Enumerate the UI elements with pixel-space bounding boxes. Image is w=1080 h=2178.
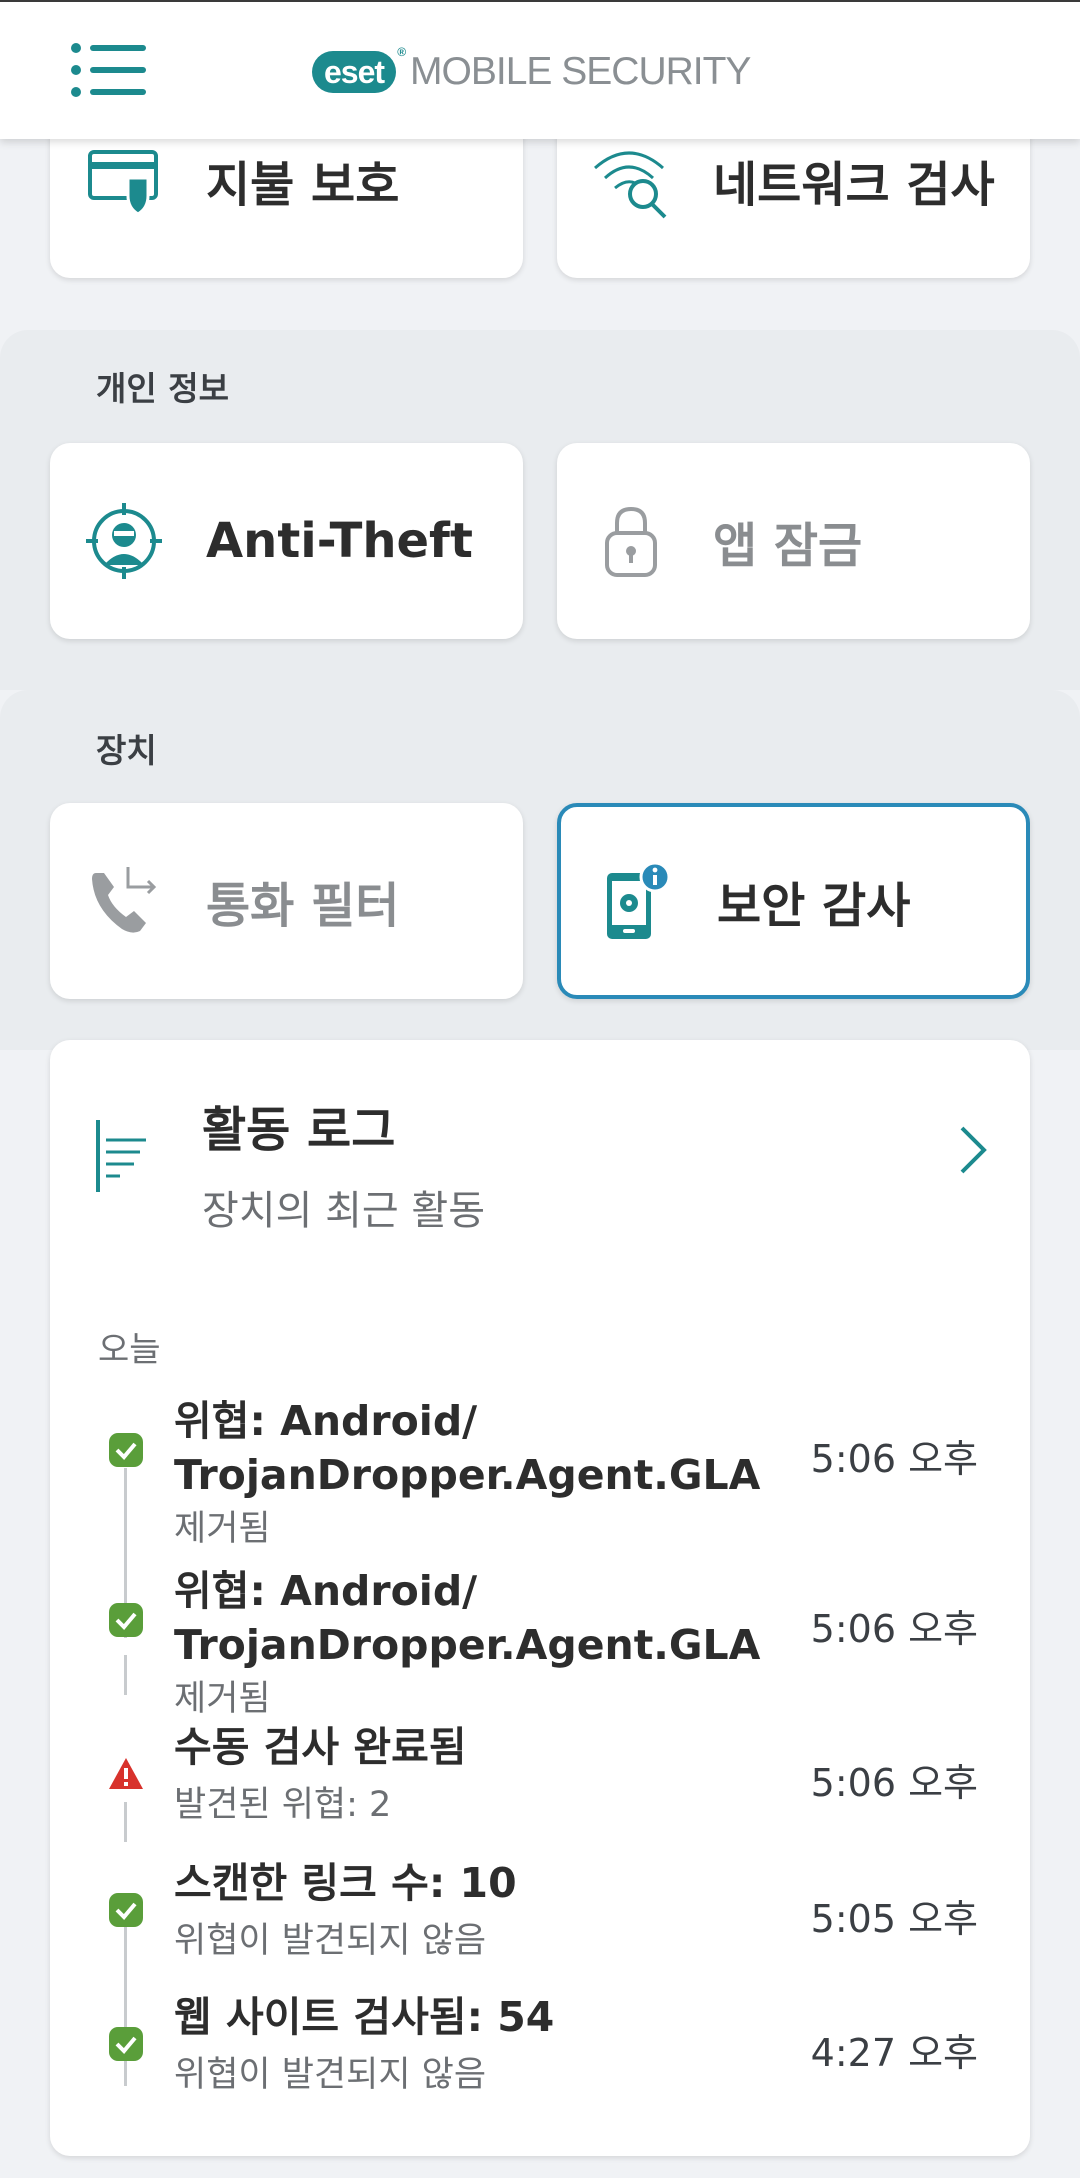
anti-theft-icon <box>86 503 162 579</box>
log-entry-desc: 제거됨 <box>174 1679 271 1719</box>
wifi-search-icon <box>594 151 667 219</box>
log-entry-title: 웹 사이트 검사됨: 54 <box>174 1993 555 2041</box>
log-entry-desc: 발견된 위협: 2 <box>174 1785 392 1825</box>
logo-badge: eset ® <box>312 45 406 93</box>
activity-log-icon <box>96 1120 146 1192</box>
log-entry-time: 5:06 오후 <box>810 1607 978 1651</box>
log-entry: 위협: Android/ TrojanDropper.Agent.GLA 제거됨… <box>50 1378 1030 1549</box>
tile-label: 네트워크 검사 <box>713 157 995 213</box>
day-label: 오늘 <box>98 1330 161 1370</box>
log-entry-time: 5:06 오후 <box>810 1437 978 1481</box>
phone-gear-info-icon <box>607 861 671 939</box>
section-label-device: 장치 <box>96 731 157 770</box>
log-entry-desc: 제거됨 <box>174 1509 271 1549</box>
check-icon <box>109 1603 143 1637</box>
log-entry: 수동 검사 완료됨 발견된 위협: 2 5:06 오후 <box>50 1723 1030 1826</box>
tile-label: 통화 필터 <box>206 878 400 934</box>
activity-log-title: 활동 로그 <box>202 1102 396 1158</box>
log-entry: 스캔한 링크 수: 10 위협이 발견되지 않음 5:05 오후 <box>50 1859 1030 1962</box>
log-entry-time: 4:27 오후 <box>810 2031 978 2075</box>
tile-label: 보안 감사 <box>717 878 911 934</box>
padlock-icon <box>605 506 657 577</box>
activity-log-subtitle: 장치의 최근 활동 <box>202 1188 486 1234</box>
tile-security-audit[interactable]: 보안 감사 <box>557 803 1030 999</box>
tile-label: 앱 잠금 <box>713 518 863 574</box>
check-icon <box>109 1893 143 1927</box>
tile-anti-theft[interactable]: Anti-Theft <box>50 443 523 639</box>
log-entry: 위협: Android/ TrojanDropper.Agent.GLA 제거됨… <box>50 1548 1030 1719</box>
section-label-privacy: 개인 정보 <box>96 369 229 408</box>
log-entry: 웹 사이트 검사됨: 54 위협이 발견되지 않음 4:27 오후 <box>50 1993 1030 2096</box>
chevron-right-icon[interactable] <box>956 1122 990 1178</box>
tile-label: Anti-Theft <box>206 513 473 569</box>
tile-app-lock[interactable]: 앱 잠금 <box>557 443 1030 639</box>
tile-call-filter[interactable]: 통화 필터 <box>50 803 523 999</box>
check-icon <box>109 2027 143 2061</box>
card-shield-icon <box>88 150 158 216</box>
log-entry-time: 5:06 오후 <box>810 1761 978 1805</box>
log-entry-title: 위협: Android/ TrojanDropper.Agent.GLA <box>174 1567 761 1669</box>
warning-icon <box>109 1758 143 1789</box>
app-header: eset ® MOBILE SECURITY <box>0 0 1080 139</box>
phone-filter-icon <box>92 867 157 933</box>
log-entry-desc: 위협이 발견되지 않음 <box>174 1921 487 1961</box>
log-entry-title: 수동 검사 완료됨 <box>174 1723 467 1771</box>
logo-text: MOBILE SECURITY <box>410 50 751 93</box>
log-entry-desc: 위협이 발견되지 않음 <box>174 2055 487 2095</box>
activity-log-card[interactable]: 활동 로그 장치의 최근 활동 오늘 위협: Android/ TrojanDr… <box>50 1040 1030 2156</box>
hamburger-menu-icon[interactable] <box>70 42 146 98</box>
log-entry-title: 위협: Android/ TrojanDropper.Agent.GLA <box>174 1397 761 1499</box>
log-entry-time: 5:05 오후 <box>810 1897 978 1941</box>
registered-mark: ® <box>397 45 406 59</box>
check-icon <box>109 1433 143 1467</box>
log-entry-title: 스캔한 링크 수: 10 <box>174 1859 517 1907</box>
tile-label: 지불 보호 <box>206 157 400 213</box>
eset-logo: eset ® MOBILE SECURITY <box>312 45 751 94</box>
logo-badge-text: eset <box>324 53 385 90</box>
